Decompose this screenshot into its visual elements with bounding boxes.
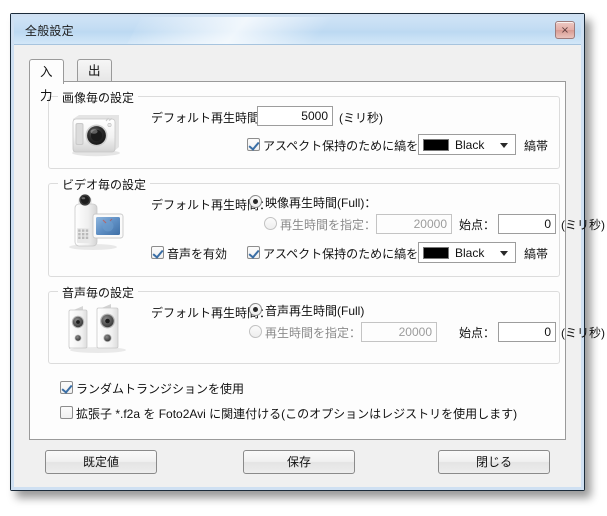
video-band-color-swatch [423, 247, 449, 259]
window-title: 全般設定 [25, 24, 74, 38]
video-start-input[interactable]: 0 [498, 214, 556, 234]
defaults-button[interactable]: 既定値 [45, 450, 157, 474]
video-custom-duration-input[interactable]: 20000 [376, 214, 452, 234]
audio-custom-duration-input[interactable]: 20000 [361, 322, 437, 342]
tab-page-input: 画像毎の設定 デフォルト再生時間 5000 (ミリ秒) アスペクト保持のために縞… [29, 81, 605, 440]
video-custom-label: 再生時間を指定： [280, 218, 377, 232]
audio-group-legend: 音声毎の設定 [58, 284, 139, 301]
video-group-legend: ビデオ毎の設定 [58, 176, 151, 193]
image-duration-unit: (ミリ秒) [339, 111, 383, 125]
video-band-color-value: Black [455, 246, 485, 260]
window-inner-frame: 全般設定 × 入力 出力 画像毎の設定 [11, 14, 605, 490]
associate-extension-checkbox[interactable] [60, 406, 73, 419]
video-aspect-checkbox[interactable] [247, 246, 260, 259]
random-transition-label: ランダムトランジションを使用 [76, 382, 245, 396]
dialog-client-area: 入力 出力 画像毎の設定 [17, 45, 605, 484]
close-dialog-button[interactable]: 閉じる [438, 450, 550, 474]
video-duration-unit: (ミリ秒) [561, 218, 605, 232]
random-transition-checkbox[interactable] [60, 381, 73, 394]
image-band-color-swatch [423, 139, 449, 151]
image-duration-label: デフォルト再生時間 [151, 111, 260, 125]
image-band-color-combo[interactable]: Black [418, 134, 516, 155]
chevron-down-icon [500, 251, 508, 256]
tab-output[interactable]: 出力 [77, 59, 112, 100]
video-audio-enable-label: 音声を有効 [167, 247, 228, 261]
titlebar-sheen [118, 17, 380, 44]
image-duration-input[interactable]: 5000 [257, 106, 333, 126]
video-aspect-label: アスペクト保持のために縞を付加 [263, 247, 443, 261]
image-band-color-value: Black [455, 138, 485, 152]
audio-custom-label: 再生時間を指定： [265, 326, 362, 340]
audio-start-input[interactable]: 0 [498, 322, 556, 342]
video-band-color-combo[interactable]: Black [418, 242, 516, 263]
camcorder-icon [63, 192, 129, 252]
video-full-label: 映像再生時間(Full)： [265, 196, 377, 210]
video-settings-group: ビデオ毎の設定 デフォルト再生時間： 映像再生時間(Full)： 再生時間を指定… [48, 176, 605, 277]
audio-duration-unit: (ミリ秒) [561, 326, 605, 340]
image-settings-group: 画像毎の設定 デフォルト再生時間 5000 (ミリ秒) アスペクト保持のために縞… [48, 89, 560, 169]
audio-full-label: 音声再生時間(Full) [265, 304, 365, 318]
speakers-icon [63, 300, 133, 354]
save-button[interactable]: 保存 [243, 450, 355, 474]
image-band-label: 縞帯 [524, 139, 549, 153]
audio-settings-group: 音声毎の設定 デフォルト再生時間： 音声再生時間(Full) 再生時間を指定： … [48, 284, 605, 364]
video-start-label: 始点： [459, 218, 496, 232]
video-full-radio[interactable] [249, 195, 262, 208]
screenshot-root: 全般設定 × 入力 出力 画像毎の設定 [0, 0, 607, 516]
image-aspect-label: アスペクト保持のために縞を付加 [263, 139, 443, 153]
video-audio-enable-checkbox[interactable] [151, 246, 164, 259]
settings-dialog-window: 全般設定 × 入力 出力 画像毎の設定 [10, 13, 605, 491]
tab-input[interactable]: 入力 [29, 59, 64, 103]
audio-custom-radio[interactable] [249, 325, 262, 338]
audio-start-label: 始点： [459, 326, 496, 340]
audio-full-radio[interactable] [249, 303, 262, 316]
video-custom-radio[interactable] [264, 217, 277, 230]
close-icon: × [560, 25, 570, 36]
camera-icon [63, 107, 125, 157]
chevron-down-icon [500, 143, 508, 148]
associate-extension-label: 拡張子 *.f2a を Foto2Avi に関連付ける(このオプションはレジスト… [76, 407, 518, 421]
image-group-legend: 画像毎の設定 [58, 89, 139, 106]
video-band-label: 縞帯 [524, 247, 549, 261]
title-bar: 全般設定 × [14, 17, 581, 45]
close-button[interactable]: × [555, 21, 575, 39]
image-aspect-checkbox[interactable] [247, 138, 260, 151]
